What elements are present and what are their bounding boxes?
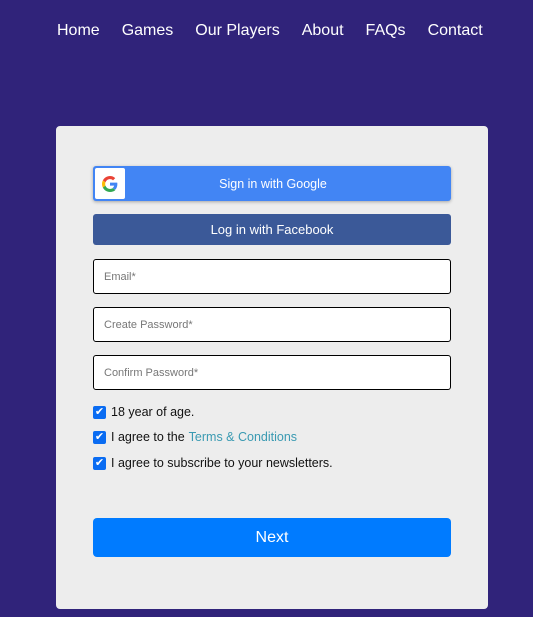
nav-our-players[interactable]: Our Players [195, 21, 279, 41]
email-field-wrapper [93, 259, 451, 294]
age-checkbox[interactable]: ✔ [93, 405, 106, 419]
email-field[interactable] [94, 260, 450, 293]
terms-checkbox-row[interactable]: ✔ I agree to the Terms & Conditions [93, 430, 297, 444]
create-password-field-wrapper [93, 307, 451, 342]
create-password-field[interactable] [94, 308, 450, 341]
main-nav: Home Games Our Players About FAQs Contac… [57, 21, 505, 41]
google-signin-label: Sign in with Google [219, 176, 327, 191]
terms-checkbox[interactable]: ✔ [93, 430, 106, 444]
newsletter-checkbox[interactable]: ✔ [93, 456, 106, 470]
facebook-login-button[interactable]: Log in with Facebook [93, 214, 451, 245]
confirm-password-field[interactable] [94, 356, 450, 389]
age-checkbox-label: 18 year of age. [111, 405, 195, 419]
signup-card: Sign in with Google Log in with Facebook… [56, 126, 488, 609]
confirm-password-field-wrapper [93, 355, 451, 390]
next-button[interactable]: Next [93, 518, 451, 557]
terms-checkbox-label: I agree to the [111, 430, 185, 444]
newsletter-checkbox-row[interactable]: ✔ I agree to subscribe to your newslette… [93, 456, 333, 470]
newsletter-checkbox-label: I agree to subscribe to your newsletters… [111, 456, 333, 470]
nav-about[interactable]: About [302, 21, 344, 41]
age-checkbox-row[interactable]: ✔ 18 year of age. [93, 405, 194, 419]
terms-link[interactable]: Terms & Conditions [189, 430, 297, 444]
google-signin-button[interactable]: Sign in with Google [93, 166, 451, 201]
nav-faqs[interactable]: FAQs [366, 21, 406, 41]
nav-home[interactable]: Home [57, 21, 100, 41]
google-g-icon [95, 168, 125, 199]
nav-games[interactable]: Games [122, 21, 174, 41]
nav-contact[interactable]: Contact [428, 21, 483, 41]
